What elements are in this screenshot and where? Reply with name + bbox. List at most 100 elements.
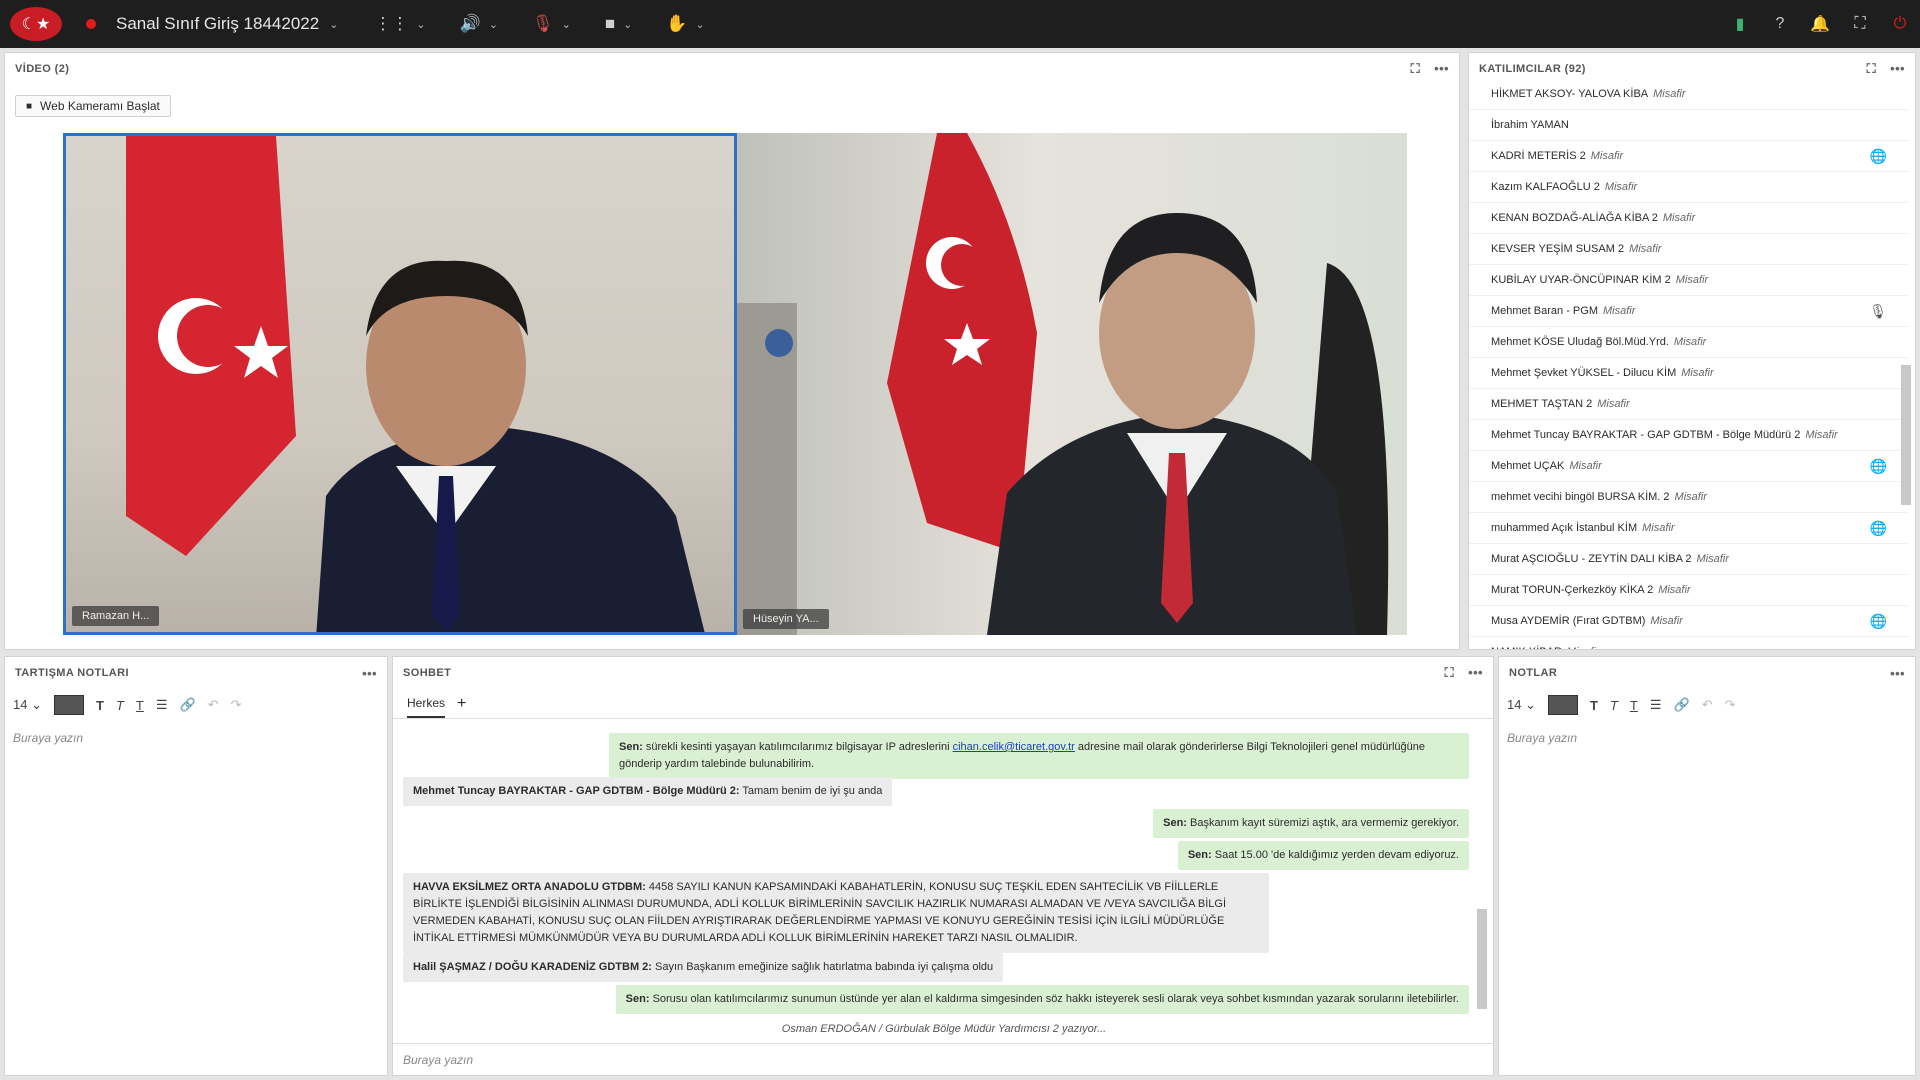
message-sender: Sen: [625,993,650,1005]
guest-tag: Misafir [1696,553,1729,565]
participant-row[interactable]: İbrahim YAMAN [1469,110,1909,141]
chat-messages[interactable]: Sen: sürekli kesinti yaşayan katılımcıla… [393,719,1495,1039]
start-webcam-button[interactable]: ■ Web Kameramı Başlat [15,95,171,117]
font-size-select[interactable]: 14 ⌄ [13,697,42,713]
link-icon[interactable]: 🔗 [1674,697,1690,713]
speaker-menu[interactable]: 🔊 ⌄ [460,14,498,34]
text-color-swatch[interactable] [1547,695,1578,715]
participant-row[interactable]: KADRİ METERİS 2 Misafir 🌐 [1469,141,1909,172]
participant-list[interactable]: HİKMET AKSOY- YALOVA KİBA Misafir İbrahim … [1469,79,1909,649]
chat-scrollbar[interactable] [1477,909,1487,1009]
discussion-format-toolbar: 14 ⌄ T T T ☰ 🔗 ↶ ↷ [5,689,387,721]
add-tab-icon[interactable]: + [457,695,466,713]
italic-icon[interactable]: T [116,698,124,713]
participant-name: KEVSER YEŞİM SUSAM 2 [1491,243,1625,255]
video-tile-1[interactable]: Ramazan H... [63,133,737,635]
participant-row[interactable]: Mehmet Baran - PGM Misafir 🎙 [1469,296,1909,327]
redo-icon[interactable]: ↷ [231,697,242,713]
link-icon[interactable]: 🔗 [180,697,196,713]
chat-message: Sen: Başkanım kayıt süremizi aştık, ara … [1153,809,1469,838]
more-options-icon[interactable]: ••• [1890,61,1905,77]
bullet-list-icon[interactable]: ☰ [156,697,168,713]
maximize-icon[interactable]: ⛶ [1411,61,1421,77]
more-options-icon[interactable]: ••• [1434,61,1449,77]
message-sender: Sen: [1163,817,1187,829]
chat-message: Sen: sürekli kesinti yaşayan katılımcıla… [609,733,1469,779]
more-options-icon[interactable]: ••• [362,666,377,681]
discussion-notes-editor[interactable]: Buraya yazın [5,721,387,755]
email-link[interactable]: cihan.celik@ticaret.gov.tr [953,741,1075,753]
top-bar: ☾★ Sanal Sınıf Giriş 18442022 ⌄ ⋮⋮ ⌄ 🔊 ⌄ 🎙… [0,0,1920,48]
participant-row[interactable]: Mehmet KÖSE Uludağ Böl.Müd.Yrd. Misafir [1469,327,1909,358]
participant-row[interactable]: KENAN BOZDAĞ-ALİAĞA KİBA 2 Misafir [1469,203,1909,234]
participant-row[interactable]: mehmet vecihi bingöl BURSA KİM. 2 Misafir [1469,482,1909,513]
participant-row[interactable]: Murat AŞCIOĞLU - ZEYTİN DALI KİBA 2 Misaf… [1469,544,1909,575]
bold-icon[interactable]: T [1590,698,1598,713]
participant-row[interactable]: HİKMET AKSOY- YALOVA KİBA Misafir [1469,79,1909,110]
participant-video-image [737,133,1389,635]
font-size-select[interactable]: 14 ⌄ [1507,697,1536,713]
participant-name: Kazım KALFAOĞLU 2 [1491,181,1600,193]
guest-tag: Misafir [1662,212,1696,224]
text-color-swatch[interactable] [53,695,84,715]
raise-hand-menu[interactable]: ✋ ⌄ [666,14,704,34]
microphone-menu[interactable]: 🎙 ⌄ [532,14,571,34]
italic-icon[interactable]: T [1610,698,1618,713]
chat-input[interactable]: Buraya yazın [393,1043,1495,1075]
participant-row[interactable]: Musa AYDEMİR (Fırat GDTBM) Misafir 🌐 [1469,606,1909,637]
start-webcam-label: Web Kameramı Başlat [40,99,160,113]
camera-menu[interactable]: ■ ⌄ [605,14,633,34]
connection-signal-icon[interactable]: ▮ [1720,14,1760,34]
participant-row[interactable]: Mehmet UÇAK Misafir 🌐 [1469,451,1909,482]
bullet-list-icon[interactable]: ☰ [1650,697,1662,713]
power-icon[interactable]: ⏻ [1880,15,1920,33]
participant-row[interactable]: Kazım KALFAOĞLU 2 Misafir [1469,172,1909,203]
globe-icon: 🌐 [1869,457,1887,474]
underline-icon[interactable]: T [1630,698,1638,713]
notes-pod-title: NOTLAR [1509,667,1558,679]
video-pod: VİDEO (2) ⛶ ••• ■ Web Kameramı Başlat Ram… [4,52,1460,650]
participant-name: Mehmet Baran - PGM [1491,305,1598,317]
undo-icon[interactable]: ↶ [208,697,219,713]
participant-list-scrollbar[interactable] [1901,365,1911,505]
layouts-menu[interactable]: ⋮⋮ ⌄ [374,14,425,34]
font-size-value: 14 [1507,697,1522,712]
maximize-icon[interactable]: ⛶ [1867,61,1877,77]
globe-icon: 🌐 [1869,147,1887,164]
guest-tag: Misafir [1673,336,1707,348]
underline-icon[interactable]: T [136,698,144,713]
participant-row[interactable]: Mehmet Şevket YÜKSEL - Dilucu KİM Misafir [1469,358,1909,389]
participant-row[interactable]: Mehmet Tuncay BAYRAKTAR - GAP GDTBM - Bö… [1469,420,1909,451]
participant-row[interactable]: MEHMET TAŞTAN 2 Misafir [1469,389,1909,420]
bold-icon[interactable]: T [96,698,104,713]
fullscreen-icon[interactable]: ⛶ [1840,15,1880,33]
participant-row[interactable]: NAMIK KİBAR Misafir [1469,637,1909,649]
undo-icon[interactable]: ↶ [1702,697,1713,713]
chat-message: Mehmet Tuncay BAYRAKTAR - GAP GDTBM - Bö… [403,777,893,806]
guest-tag: Misafir [1590,150,1624,162]
mic-muted-icon: 🎙 [532,14,554,33]
chat-message: Halil ŞAŞMAZ / DOĞU KARADENİZ GDTBM 2: S… [403,953,1004,982]
more-options-icon[interactable]: ••• [1890,666,1905,681]
room-menu-chevron-icon[interactable]: ⌄ [329,18,338,31]
help-icon[interactable]: ? [1760,15,1800,33]
maximize-icon[interactable]: ⛶ [1445,665,1455,681]
participant-row[interactable]: muhammed Açık İstanbul KİM Misafir 🌐 [1469,513,1909,544]
participant-name: KENAN BOZDAĞ-ALİAĞA KİBA 2 [1491,212,1658,224]
grid-icon: ⋮⋮ [374,14,409,33]
tab-everyone[interactable]: Herkes [407,690,446,718]
participant-row[interactable]: Murat TORUN-Çerkezköy KİKA 2 Misafir [1469,575,1909,606]
chevron-down-icon: ⌄ [561,18,571,31]
speaker-icon: 🔊 [459,14,481,33]
video-tile-2[interactable]: Hüseyin YA... [737,133,1407,635]
room-title[interactable]: Sanal Sınıf Giriş 18442022 [116,14,319,34]
more-options-icon[interactable]: ••• [1468,665,1483,681]
participant-name: Mehmet KÖSE Uludağ Böl.Müd.Yrd. [1491,336,1669,348]
notifications-bell-icon[interactable]: 🔔 [1800,14,1840,34]
redo-icon[interactable]: ↷ [1725,697,1736,713]
participant-row[interactable]: KUBİLAY UYAR-ÖNCÜPINAR KİM 2 Misafir [1469,265,1909,296]
notes-editor[interactable]: Buraya yazın [1499,721,1915,755]
participant-row[interactable]: KEVSER YEŞİM SUSAM 2 Misafir [1469,234,1909,265]
chat-pod-title: SOHBET [403,667,452,679]
message-text: Sorusu olan katılımcılarımız sunumun üst… [652,993,1459,1005]
